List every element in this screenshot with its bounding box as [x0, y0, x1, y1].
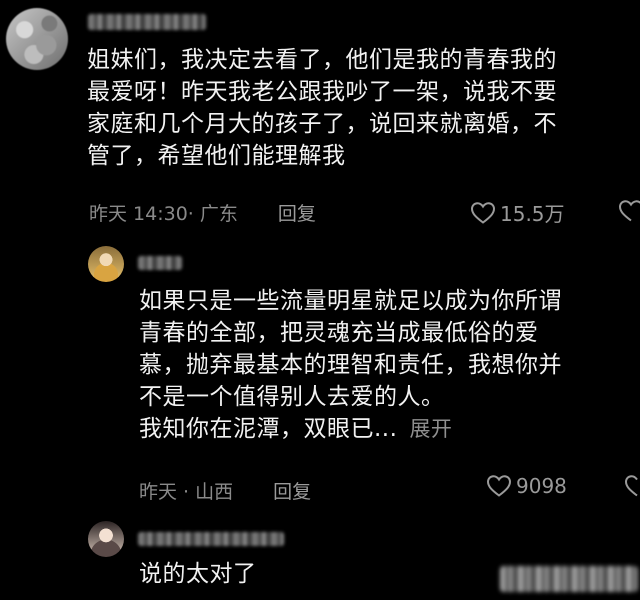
- reply-line: 我知你在泥潭，双眼已... 展开: [139, 413, 639, 445]
- reply-time-location: 昨天 · 山西: [139, 481, 234, 503]
- comment-line: 管了，希望他们能理解我: [87, 143, 346, 169]
- reply-meta: 昨天 · 山西 回复: [139, 477, 311, 504]
- heart-outline-icon: [486, 475, 512, 497]
- comment-time-location: 昨天 14:30· 广东: [89, 203, 238, 225]
- reply-name-blurred[interactable]: [138, 532, 284, 546]
- heart-outline-icon[interactable]: [624, 474, 640, 498]
- reply-body: 如果只是一些流量明星就足以成为你所谓 青春的全部，把灵魂充当成最低俗的爱 慕，抛…: [139, 285, 639, 445]
- reply-line: 青春的全部，把灵魂充当成最低俗的爱: [139, 320, 539, 346]
- like-count: 9098: [516, 474, 567, 498]
- like-button[interactable]: 9098: [486, 474, 567, 498]
- comment-body: 姐妹们，我决定去看了，他们是我的青春我的 最爱呀！昨天我老公跟我吵了一架，说我不…: [87, 44, 637, 172]
- comment-thread: 姐妹们，我决定去看了，他们是我的青春我的 最爱呀！昨天我老公跟我吵了一架，说我不…: [0, 0, 640, 600]
- reply-name-blurred[interactable]: [138, 256, 182, 270]
- reply-line: 不是一个值得别人去爱的人。: [139, 384, 445, 410]
- heart-outline-icon[interactable]: [618, 199, 640, 223]
- reply-button[interactable]: 回复: [273, 481, 311, 503]
- expand-link[interactable]: 展开: [409, 417, 452, 441]
- comment-line: 最爱呀！昨天我老公跟我吵了一架，说我不要: [87, 79, 557, 105]
- comment-meta: 昨天 14:30· 广东 回复: [89, 199, 316, 226]
- watermark-blurred: [500, 566, 638, 592]
- reply-button[interactable]: 回复: [278, 203, 316, 225]
- heart-outline-icon: [470, 201, 496, 224]
- reply-avatar[interactable]: [88, 246, 124, 282]
- commenter-name-blurred[interactable]: [88, 14, 206, 30]
- reply-line: 慕，抛弃最基本的理智和责任，我想你并: [139, 352, 562, 378]
- like-count: 15.5万: [500, 202, 565, 226]
- reply-avatar[interactable]: [88, 521, 124, 557]
- like-button[interactable]: 15.5万: [470, 198, 565, 227]
- comment-line: 姐妹们，我决定去看了，他们是我的青春我的: [87, 47, 557, 73]
- reply-line: 说的太对了: [139, 561, 257, 587]
- reply-body: 说的太对了: [139, 558, 439, 590]
- reply-line: 如果只是一些流量明星就足以成为你所谓: [139, 288, 562, 314]
- comment-line: 家庭和几个月大的孩子了，说回来就离婚，不: [87, 111, 557, 137]
- reply-line-truncated: 我知你在泥潭，双眼已...: [139, 416, 398, 442]
- commenter-avatar[interactable]: [6, 8, 68, 70]
